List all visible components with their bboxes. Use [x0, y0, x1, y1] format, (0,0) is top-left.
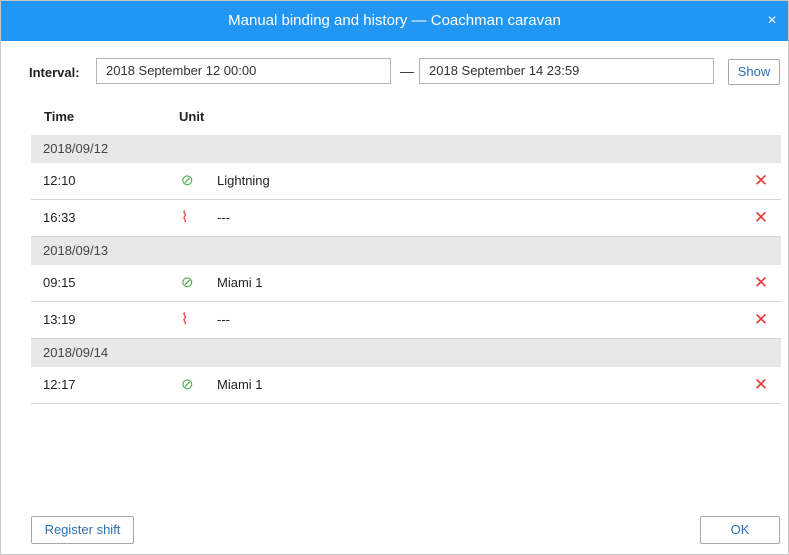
row-time: 13:19 [43, 312, 76, 327]
show-button[interactable]: Show [728, 59, 780, 85]
interval-to-input[interactable]: 2018 September 14 23:59 [419, 58, 714, 84]
bind-icon: ⊘ [181, 376, 194, 393]
history-table: Time Unit 2018/09/12 12:10 ⊘ Lightning ✕… [31, 105, 781, 404]
column-header-unit: Unit [179, 109, 205, 124]
unbind-icon: ⌇ [181, 209, 189, 226]
delete-icon[interactable]: ✕ [753, 200, 769, 236]
delete-icon[interactable]: ✕ [753, 302, 769, 338]
date-group-header: 2018/09/13 [31, 237, 781, 265]
interval-label: Interval: [29, 65, 80, 80]
row-unit: Miami 1 [217, 377, 263, 392]
row-unit: Miami 1 [217, 275, 263, 290]
row-time: 12:17 [43, 377, 76, 392]
row-time: 12:10 [43, 173, 76, 188]
date-group-header: 2018/09/14 [31, 339, 781, 367]
table-row[interactable]: 12:10 ⊘ Lightning ✕ [31, 163, 781, 200]
binding-history-dialog: Manual binding and history — Coachman ca… [0, 0, 789, 555]
row-unit: --- [217, 312, 230, 327]
row-time: 16:33 [43, 210, 76, 225]
row-unit: --- [217, 210, 230, 225]
column-header-time: Time [44, 109, 75, 124]
interval-from-input[interactable]: 2018 September 12 00:00 [96, 58, 391, 84]
titlebar: Manual binding and history — Coachman ca… [1, 1, 788, 41]
row-unit: Lightning [217, 173, 270, 188]
unbind-icon: ⌇ [181, 311, 189, 328]
delete-icon[interactable]: ✕ [753, 265, 769, 301]
table-header: Time Unit [31, 105, 781, 135]
dialog-title: Manual binding and history — Coachman ca… [228, 12, 561, 29]
table-row[interactable]: 12:17 ⊘ Miami 1 ✕ [31, 367, 781, 404]
delete-icon[interactable]: ✕ [753, 163, 769, 199]
row-time: 09:15 [43, 275, 76, 290]
table-row[interactable]: 13:19 ⌇ --- ✕ [31, 302, 781, 339]
bind-icon: ⊘ [181, 172, 194, 189]
date-group-header: 2018/09/12 [31, 135, 781, 163]
close-icon[interactable]: × [764, 13, 780, 29]
interval-separator: — [400, 63, 414, 79]
delete-icon[interactable]: ✕ [753, 367, 769, 403]
table-row[interactable]: 09:15 ⊘ Miami 1 ✕ [31, 265, 781, 302]
register-shift-button[interactable]: Register shift [31, 516, 134, 544]
table-row[interactable]: 16:33 ⌇ --- ✕ [31, 200, 781, 237]
bind-icon: ⊘ [181, 274, 194, 291]
ok-button[interactable]: OK [700, 516, 780, 544]
